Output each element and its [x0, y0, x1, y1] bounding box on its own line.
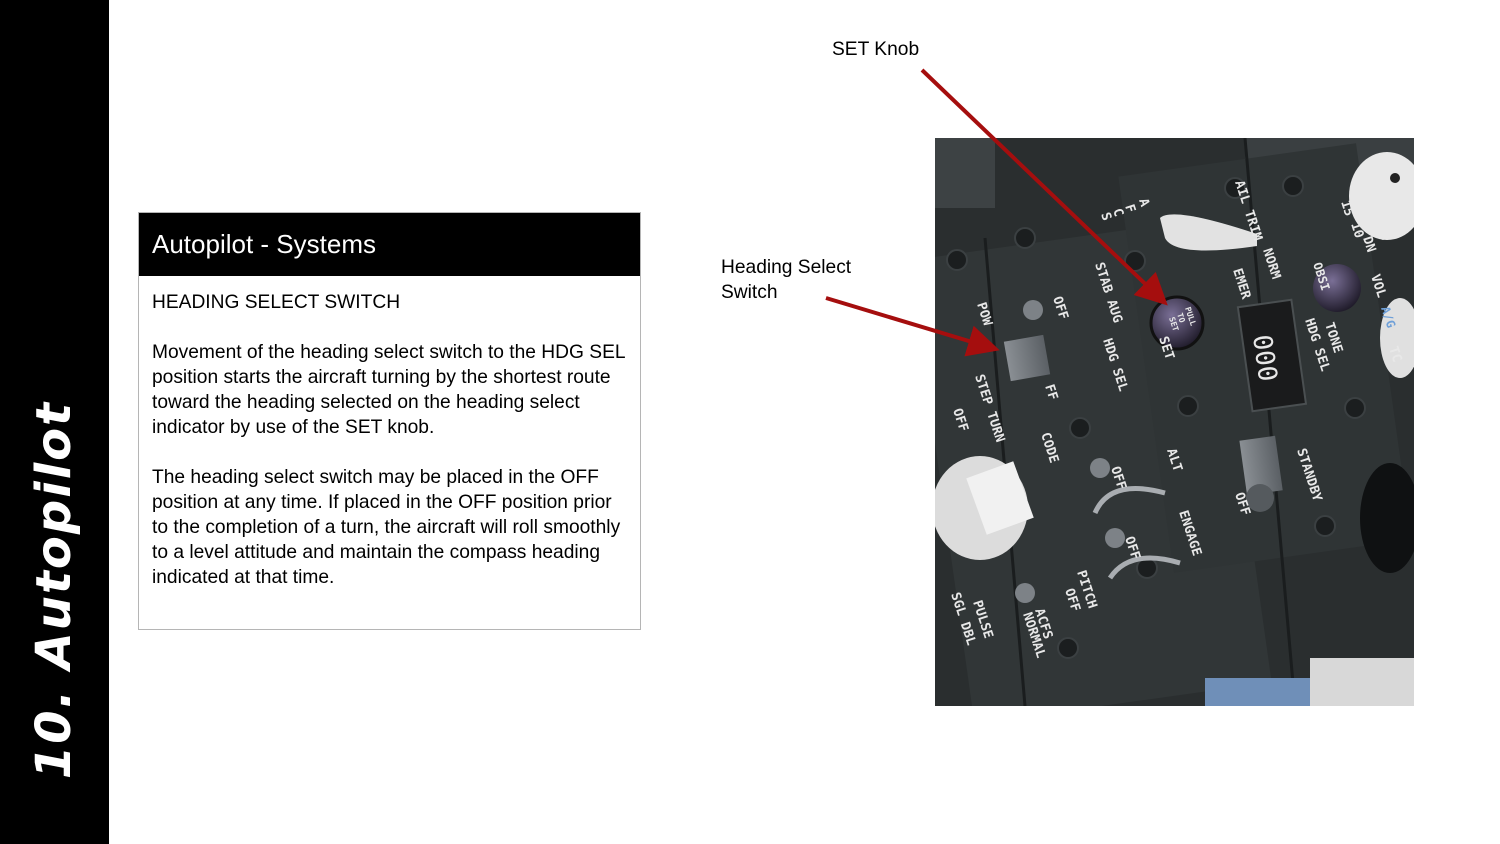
- heading-select-switch[interactable]: [1003, 334, 1051, 382]
- card-paragraph-1: Movement of the heading select switch to…: [152, 342, 625, 438]
- autopilot-panel-image: A F C S AIL TRIM NORM EMER OBSI HDG SEL …: [935, 138, 1414, 706]
- screw: [1057, 637, 1079, 659]
- section-title: 10. Autopilot: [26, 400, 82, 780]
- screw: [1282, 175, 1304, 197]
- card-header: Autopilot - Systems: [139, 213, 640, 276]
- card-paragraph-2: The heading select switch may be placed …: [152, 467, 621, 588]
- info-card: Autopilot - Systems HEADING SELECT SWITC…: [138, 212, 641, 630]
- screw: [1344, 397, 1366, 419]
- alt-toggle[interactable]: [1090, 458, 1110, 478]
- screw: [1124, 250, 1146, 272]
- screw: [946, 249, 968, 271]
- screw: [1069, 417, 1091, 439]
- set-knob-callout: SET Knob: [832, 39, 920, 60]
- screw: [1014, 227, 1036, 249]
- pitch-toggle[interactable]: [1015, 583, 1035, 603]
- card-body: HEADING SELECT SWITCH Movement of the he…: [139, 276, 640, 590]
- heading-select-callout-line2: Switch: [721, 282, 778, 303]
- heading-select-callout: Heading Select Switch: [721, 255, 881, 305]
- heading-select-callout-line1: Heading Select: [721, 257, 852, 278]
- screw: [1314, 515, 1336, 537]
- screw: [1177, 395, 1199, 417]
- sidebar: 10. Autopilot: [0, 0, 109, 844]
- stab-aug-toggle[interactable]: [1023, 300, 1043, 320]
- card-heading: HEADING SELECT SWITCH: [152, 292, 401, 313]
